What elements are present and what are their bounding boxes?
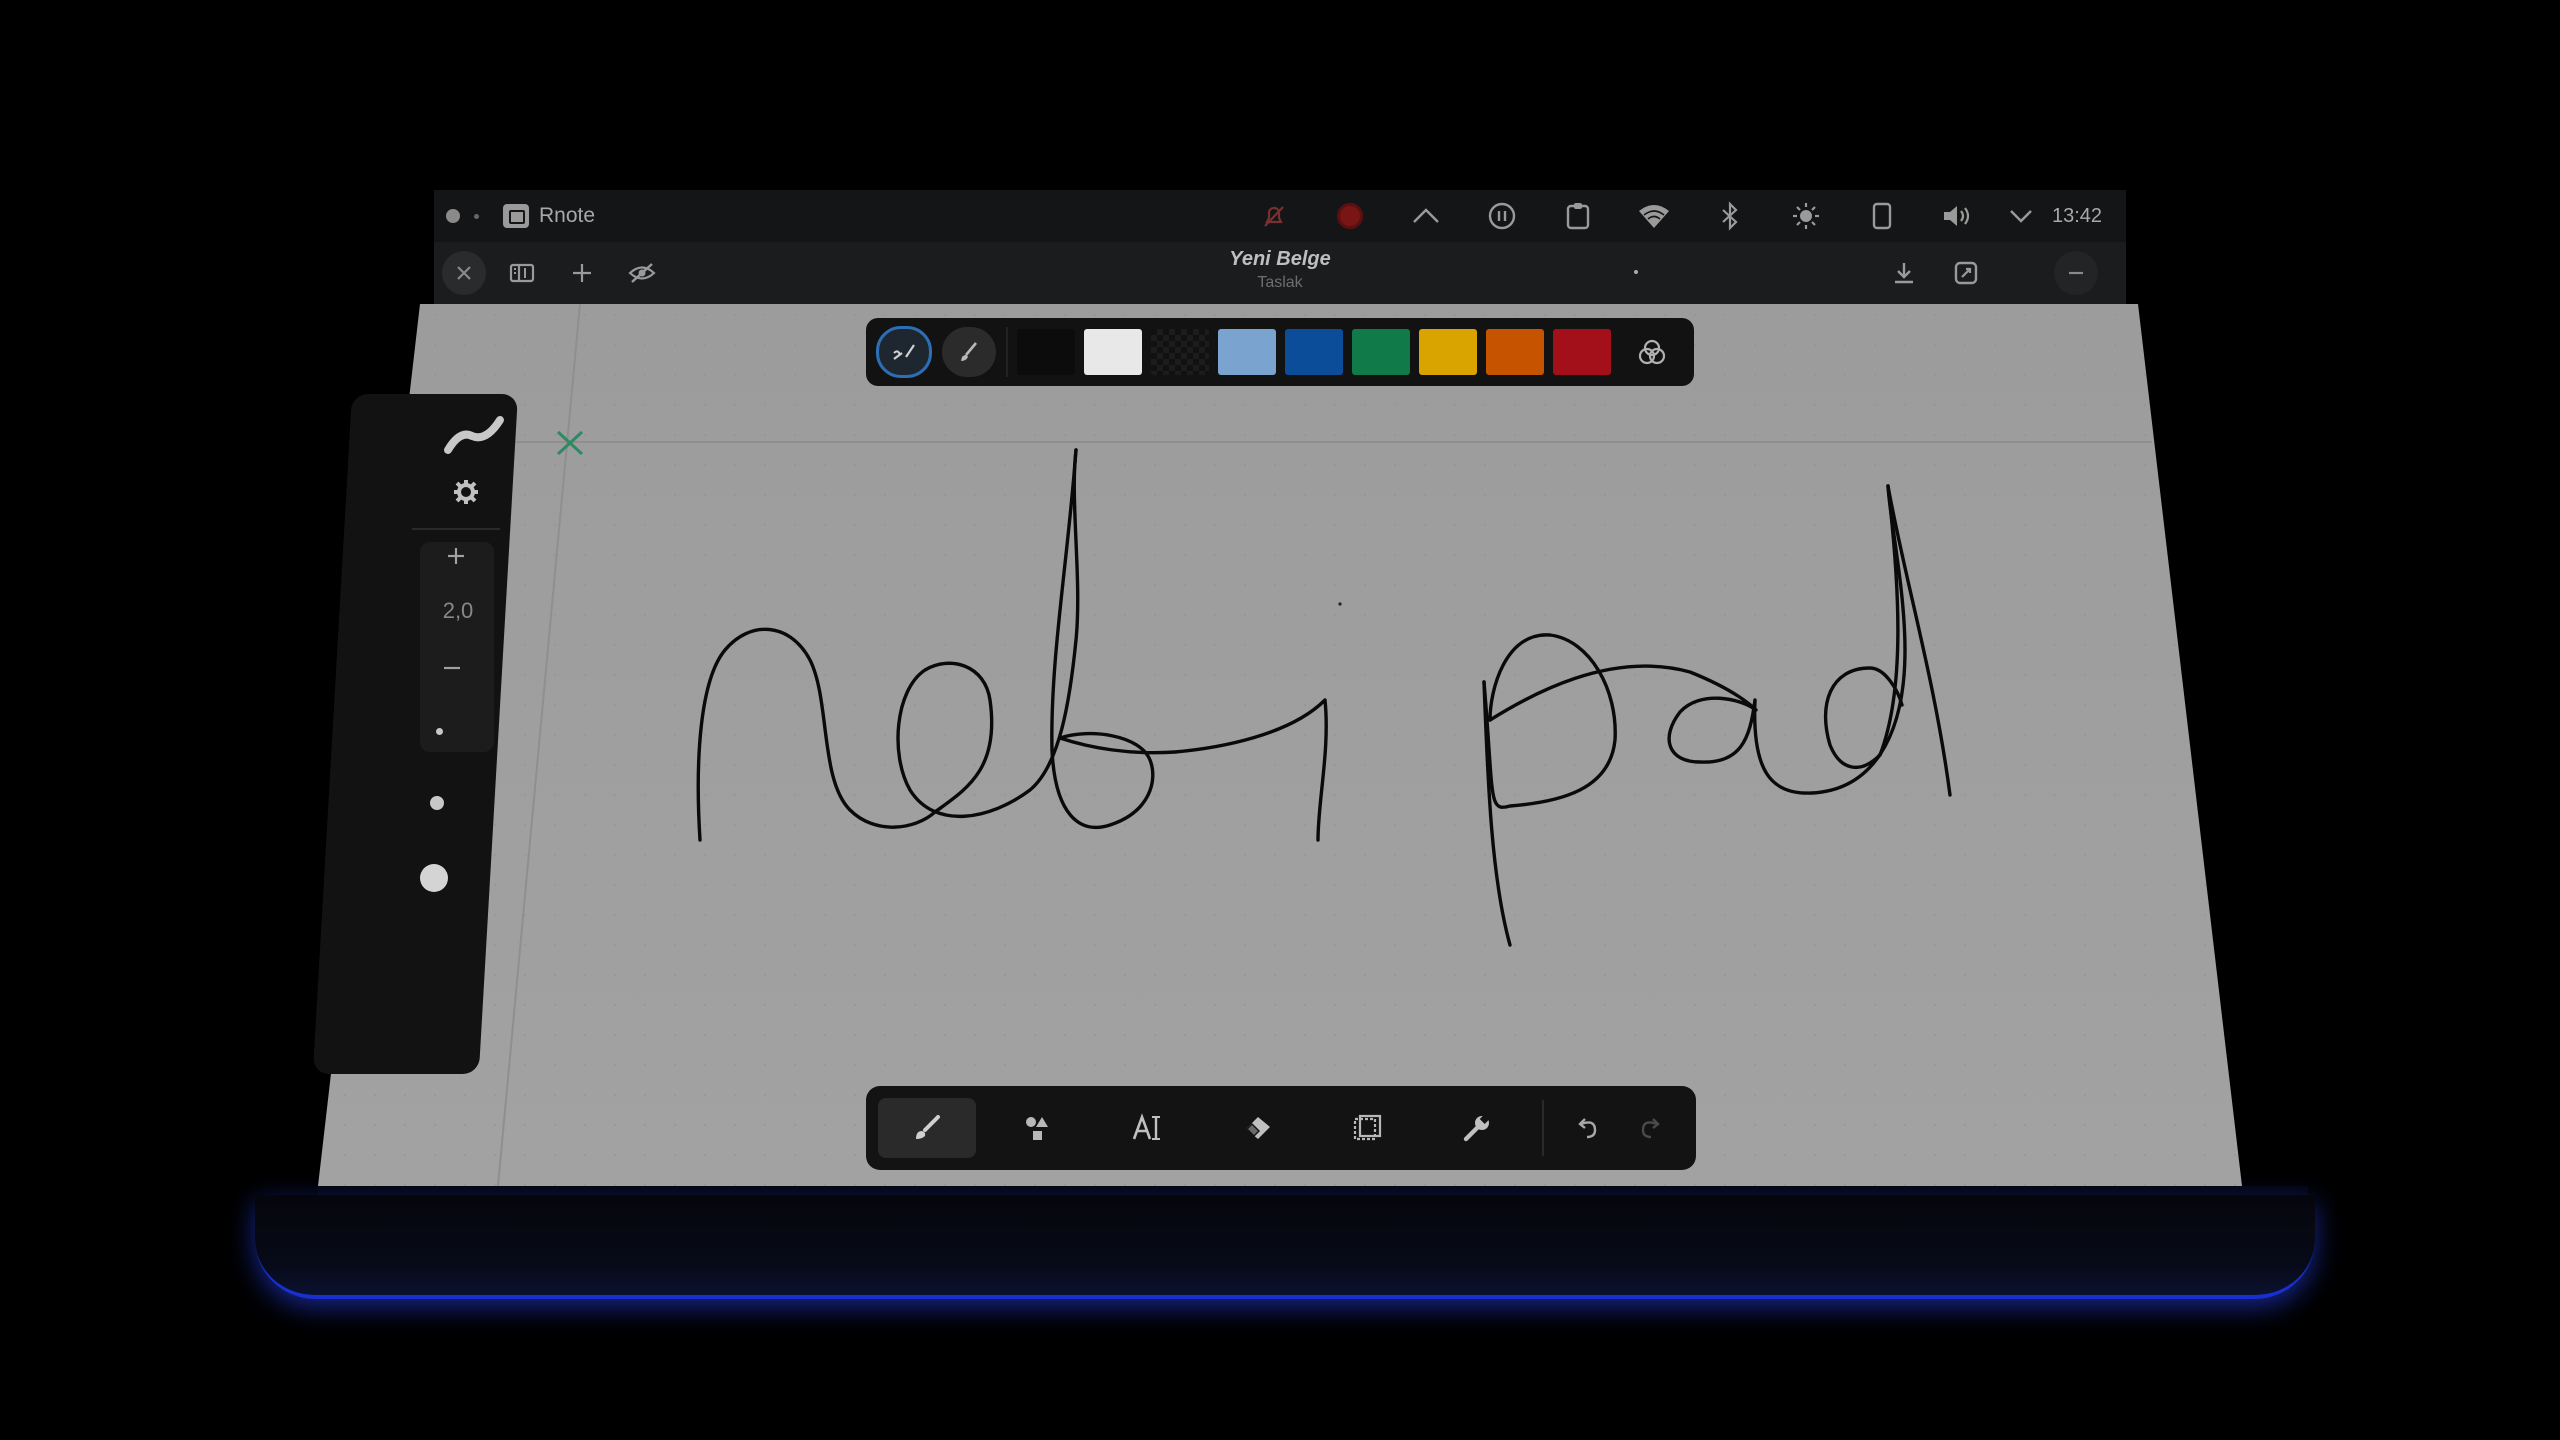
color-swatch-1[interactable] <box>1017 329 1075 375</box>
document-title: Yeni Belge <box>1229 248 1331 270</box>
canvas-dot-grid <box>318 304 2242 1186</box>
brush-tool-button[interactable] <box>878 1098 976 1158</box>
size-small-dot[interactable] <box>436 728 443 735</box>
selector-tool-button[interactable] <box>1318 1098 1416 1158</box>
tools-toolbar <box>866 1086 1696 1170</box>
document-subtitle: Taslak <box>1257 274 1303 291</box>
workspace-dot-small-icon[interactable] <box>474 213 479 219</box>
tools-wrench-icon <box>1463 1114 1489 1142</box>
pen-style-button[interactable] <box>876 326 932 378</box>
size-medium-dot[interactable] <box>430 796 444 810</box>
wifi-icon[interactable] <box>1616 190 1692 242</box>
save-as-icon <box>1954 261 1978 285</box>
text-tool-button[interactable] <box>1098 1098 1196 1158</box>
width-value[interactable]: 2,0 <box>424 598 492 624</box>
color-swatch-2[interactable] <box>1084 329 1142 375</box>
minimize-button[interactable] <box>2054 251 2098 295</box>
color-swatch-4[interactable] <box>1218 329 1276 375</box>
pen-style-icon <box>893 344 915 360</box>
screen-record-icon[interactable] <box>1312 190 1388 242</box>
text-icon <box>1132 1113 1160 1140</box>
color-swatch-9[interactable] <box>1553 329 1611 375</box>
pause-icon[interactable] <box>1464 190 1540 242</box>
clock: 13:42 <box>2052 204 2103 227</box>
redo-button[interactable] <box>1618 1098 1682 1158</box>
color-swatch-7[interactable] <box>1419 329 1477 375</box>
eraser-tool-button[interactable] <box>1208 1098 1306 1158</box>
color-swatches <box>1008 329 1611 375</box>
app-header-bar: Yeni Belge Taslak <box>434 242 2126 304</box>
bluetooth-icon[interactable] <box>1692 190 1768 242</box>
workspace-dot-icon[interactable] <box>446 209 460 223</box>
brush-style-button[interactable] <box>942 327 996 377</box>
shapes-tool-button[interactable] <box>988 1098 1086 1158</box>
selector-icon <box>1353 1114 1382 1141</box>
color-picker-icon <box>1638 339 1666 365</box>
volume-icon[interactable] <box>1920 190 1996 242</box>
screen-stage: Rnote 13:42 Yeni Belge Taslak 2,0 <box>0 0 2560 1440</box>
undo-button[interactable] <box>1556 1098 1620 1158</box>
decrease-width-button[interactable] <box>440 656 464 680</box>
toolbar-divider <box>1542 1100 1544 1156</box>
gear-icon[interactable] <box>452 478 480 506</box>
clipboard-icon[interactable] <box>1540 190 1616 242</box>
stray-dot <box>1338 602 1342 606</box>
increase-width-button[interactable] <box>444 544 468 568</box>
save-as-button[interactable] <box>1944 251 1988 295</box>
system-tray: 13:42 <box>1236 190 2112 242</box>
color-swatch-5[interactable] <box>1285 329 1343 375</box>
width-stepper <box>420 542 494 752</box>
redo-icon <box>1641 1118 1660 1139</box>
undo-icon <box>1578 1118 1597 1139</box>
size-large-dot[interactable] <box>420 864 448 892</box>
color-swatch-6[interactable] <box>1352 329 1410 375</box>
eraser-icon <box>1246 1117 1270 1139</box>
shapes-icon <box>1026 1117 1048 1140</box>
tools-wrench-button[interactable] <box>1428 1098 1526 1158</box>
system-top-bar: Rnote 13:42 <box>434 190 2126 242</box>
color-picker-button[interactable] <box>1625 327 1679 377</box>
app-name: Rnote <box>539 204 596 227</box>
chevron-down-icon[interactable] <box>1996 190 2046 242</box>
sidebar-divider <box>412 528 500 530</box>
color-swatch-8[interactable] <box>1486 329 1544 375</box>
rnote-app-icon <box>503 204 529 228</box>
chevron-up-icon[interactable] <box>1388 190 1464 242</box>
notification-off-icon[interactable] <box>1236 190 1312 242</box>
color-swatch-3[interactable] <box>1151 329 1209 375</box>
brush-stroke-icon[interactable] <box>442 412 506 456</box>
tablet-icon[interactable] <box>1844 190 1920 242</box>
download-icon <box>1895 263 1913 284</box>
color-palette <box>866 318 1694 386</box>
download-button[interactable] <box>1882 251 1926 295</box>
brightness-icon[interactable] <box>1768 190 1844 242</box>
minimize-icon <box>2069 271 2083 275</box>
brush-icon <box>916 1115 940 1139</box>
brush-style-icon <box>961 342 977 361</box>
